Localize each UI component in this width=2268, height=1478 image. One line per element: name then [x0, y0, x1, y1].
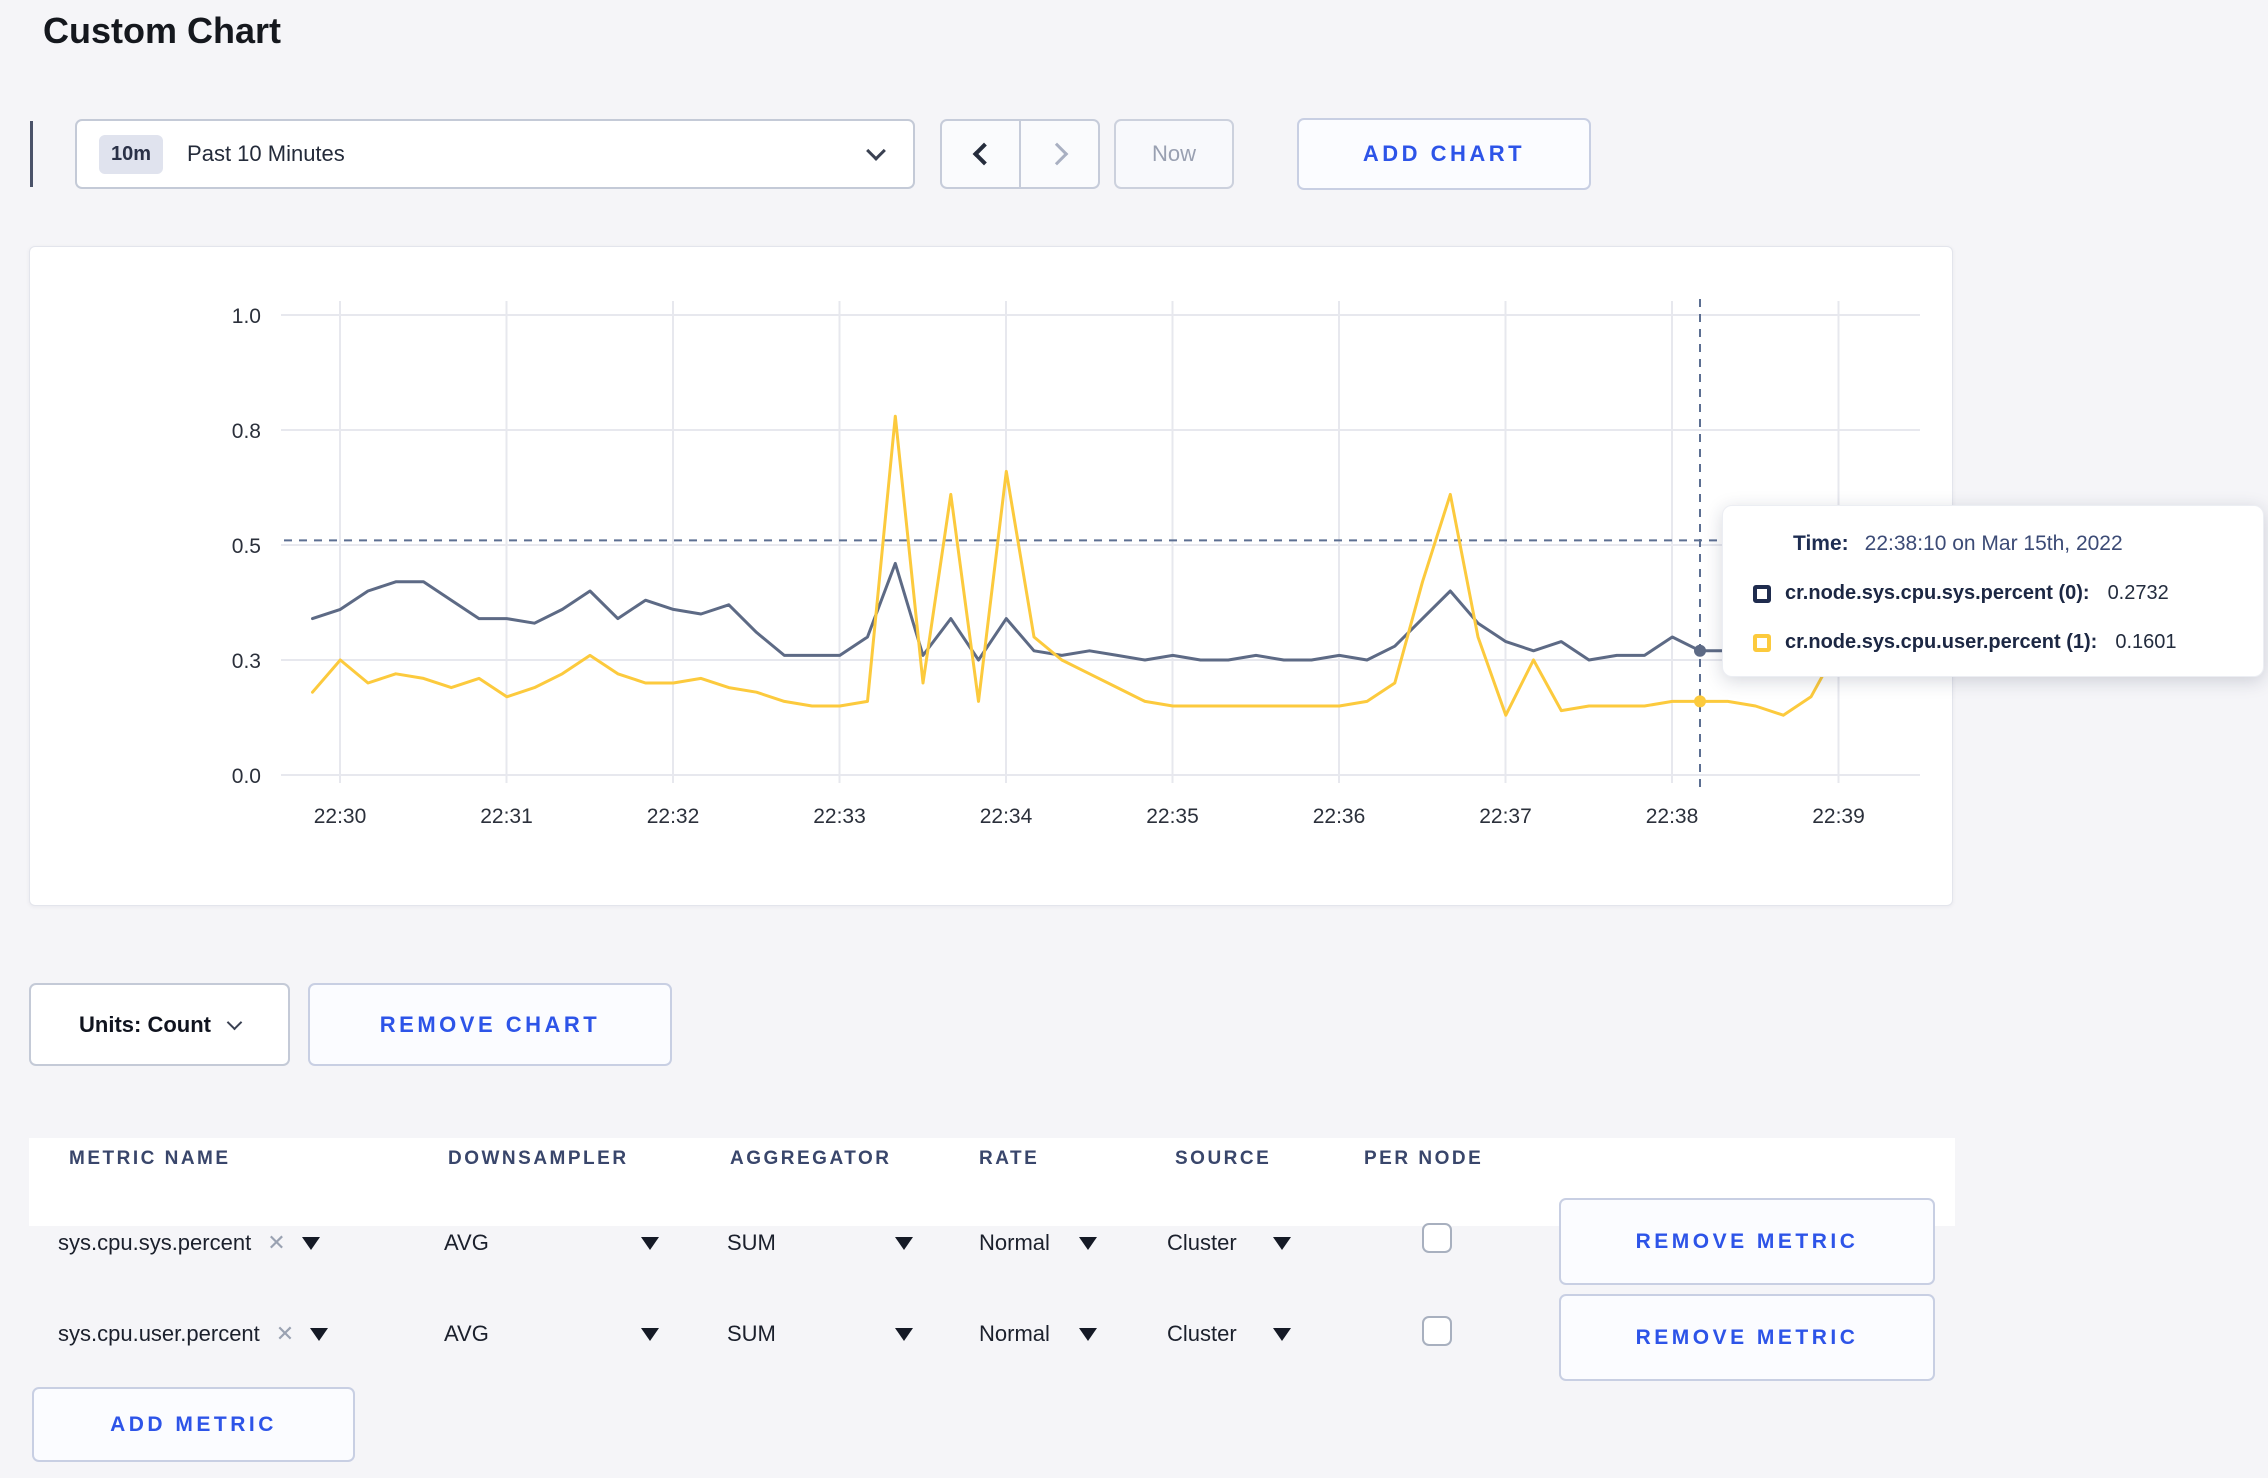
- column-header-metric-name: METRIC NAME: [69, 1148, 231, 1169]
- column-header-per-node: PER NODE: [1364, 1148, 1484, 1169]
- time-range-label: Past 10 Minutes: [187, 141, 345, 166]
- caret-down-icon: [895, 1236, 913, 1250]
- remove-metric-button[interactable]: REMOVE METRIC: [1559, 1294, 1935, 1381]
- tooltip-series-value: 0.2732: [2107, 582, 2169, 604]
- column-header-downsampler: DOWNSAMPLER: [448, 1148, 629, 1169]
- remove-metric-button[interactable]: REMOVE METRIC: [1559, 1198, 1935, 1285]
- prev-time-button[interactable]: [942, 121, 1019, 187]
- user-series-swatch-icon: [1753, 633, 1771, 652]
- downsampler-select[interactable]: AVG: [444, 1230, 659, 1256]
- caret-down-icon: [310, 1327, 329, 1341]
- y-axis-tick-label: 1.0: [232, 305, 261, 328]
- caret-down-icon: [1079, 1236, 1097, 1250]
- downsampler-select[interactable]: AVG: [444, 1321, 659, 1347]
- tooltip-time-value: 22:38:10 on Mar 15th, 2022: [1864, 532, 2123, 555]
- y-axis-tick-label: 0.8: [232, 420, 261, 443]
- caret-down-icon: [1273, 1236, 1291, 1250]
- tooltip-time-row: Time: 22:38:10 on Mar 15th, 2022: [1753, 532, 2233, 556]
- series-line-cr.node.sys.cpu.user.percent: [311, 414, 1868, 717]
- hover-marker-cr.node.sys.cpu.sys.percent: [1694, 644, 1706, 657]
- aggregator-select[interactable]: SUM: [727, 1230, 913, 1256]
- add-chart-button[interactable]: ADD CHART: [1297, 118, 1591, 190]
- chart-tooltip: Time: 22:38:10 on Mar 15th, 2022 cr.node…: [1722, 505, 2264, 677]
- x-axis-tick-label: 22:38: [1646, 805, 1699, 828]
- x-axis-tick-label: 22:31: [480, 805, 533, 828]
- caret-down-icon: [301, 1236, 320, 1250]
- rate-select[interactable]: Normal: [979, 1230, 1097, 1256]
- chevron-down-icon: [866, 141, 886, 161]
- per-node-checkbox[interactable]: [1422, 1223, 1452, 1253]
- metric-name-select[interactable]: sys.cpu.sys.percent ✕: [58, 1230, 320, 1256]
- metric-name-select[interactable]: sys.cpu.user.percent ✕: [58, 1321, 329, 1347]
- rate-value: Normal: [979, 1321, 1050, 1346]
- tooltip-time-label: Time:: [1793, 532, 1849, 555]
- aggregator-value: SUM: [727, 1321, 776, 1346]
- column-header-source: SOURCE: [1175, 1148, 1272, 1169]
- next-time-button[interactable]: [1019, 121, 1098, 187]
- caret-down-icon: [1273, 1327, 1291, 1341]
- tooltip-series-row: cr.node.sys.cpu.user.percent (1): 0.1601: [1753, 631, 2233, 654]
- x-axis-tick-label: 22:33: [813, 805, 866, 828]
- tooltip-series-name: cr.node.sys.cpu.sys.percent (0):: [1785, 582, 2090, 604]
- chevron-down-icon: [226, 1014, 243, 1030]
- y-axis-tick-label: 0.5: [232, 535, 261, 558]
- rate-value: Normal: [979, 1230, 1050, 1255]
- y-axis-tick-label: 0.3: [232, 650, 261, 673]
- x-axis-tick-label: 22:30: [314, 805, 367, 828]
- chevron-right-icon: [1045, 142, 1068, 166]
- remove-metric-name-icon[interactable]: ✕: [276, 1321, 294, 1347]
- source-value: Cluster: [1167, 1321, 1237, 1346]
- units-dropdown[interactable]: Units: Count: [29, 983, 290, 1066]
- toolbar-accent-divider: [30, 121, 33, 187]
- per-node-checkbox[interactable]: [1422, 1316, 1452, 1346]
- cpu-usage-chart[interactable]: 0.0 0.3 0.5 0.8 1.0 22:30 22:31 22:32 22:33 22:34…: [29, 246, 1953, 906]
- downsampler-value: AVG: [444, 1230, 489, 1255]
- aggregator-select[interactable]: SUM: [727, 1321, 913, 1347]
- source-select[interactable]: Cluster: [1167, 1321, 1291, 1347]
- time-step-button-group: [940, 119, 1100, 189]
- x-axis-tick-label: 22:39: [1812, 805, 1865, 828]
- x-axis-tick-label: 22:36: [1313, 805, 1366, 828]
- caret-down-icon: [641, 1327, 659, 1341]
- caret-down-icon: [641, 1236, 659, 1250]
- rate-select[interactable]: Normal: [979, 1321, 1097, 1347]
- tooltip-series-name: cr.node.sys.cpu.user.percent (1):: [1785, 631, 2098, 653]
- now-button[interactable]: Now: [1114, 119, 1234, 189]
- tooltip-series-value: 0.1601: [2115, 631, 2177, 653]
- source-select[interactable]: Cluster: [1167, 1230, 1291, 1256]
- y-axis-tick-label: 0.0: [232, 765, 261, 788]
- downsampler-value: AVG: [444, 1321, 489, 1346]
- remove-chart-button[interactable]: REMOVE CHART: [308, 983, 672, 1066]
- page-title: Custom Chart: [43, 10, 282, 51]
- hover-marker-cr.node.sys.cpu.user.percent: [1694, 695, 1706, 708]
- caret-down-icon: [1079, 1327, 1097, 1341]
- time-range-badge: 10m: [99, 134, 164, 174]
- metric-name-value: sys.cpu.user.percent: [58, 1321, 260, 1346]
- x-axis-tick-label: 22:32: [647, 805, 700, 828]
- units-label: Units: Count: [79, 1011, 211, 1037]
- time-range-dropdown[interactable]: 10m Past 10 Minutes: [75, 119, 915, 189]
- caret-down-icon: [895, 1327, 913, 1341]
- column-header-aggregator: AGGREGATOR: [730, 1148, 892, 1169]
- source-value: Cluster: [1167, 1230, 1237, 1255]
- x-axis-tick-label: 22:34: [980, 805, 1033, 828]
- column-header-rate: RATE: [979, 1148, 1040, 1169]
- chevron-left-icon: [972, 142, 995, 166]
- add-metric-button[interactable]: ADD METRIC: [32, 1387, 355, 1462]
- remove-metric-name-icon[interactable]: ✕: [267, 1230, 285, 1256]
- sys-series-swatch-icon: [1753, 584, 1771, 603]
- series-line-cr.node.sys.cpu.sys.percent: [311, 561, 1868, 662]
- metric-name-value: sys.cpu.sys.percent: [58, 1230, 252, 1255]
- aggregator-value: SUM: [727, 1230, 776, 1255]
- x-axis-tick-label: 22:37: [1479, 805, 1532, 828]
- x-axis-tick-label: 22:35: [1146, 805, 1199, 828]
- tooltip-series-row: cr.node.sys.cpu.sys.percent (0): 0.2732: [1753, 582, 2233, 605]
